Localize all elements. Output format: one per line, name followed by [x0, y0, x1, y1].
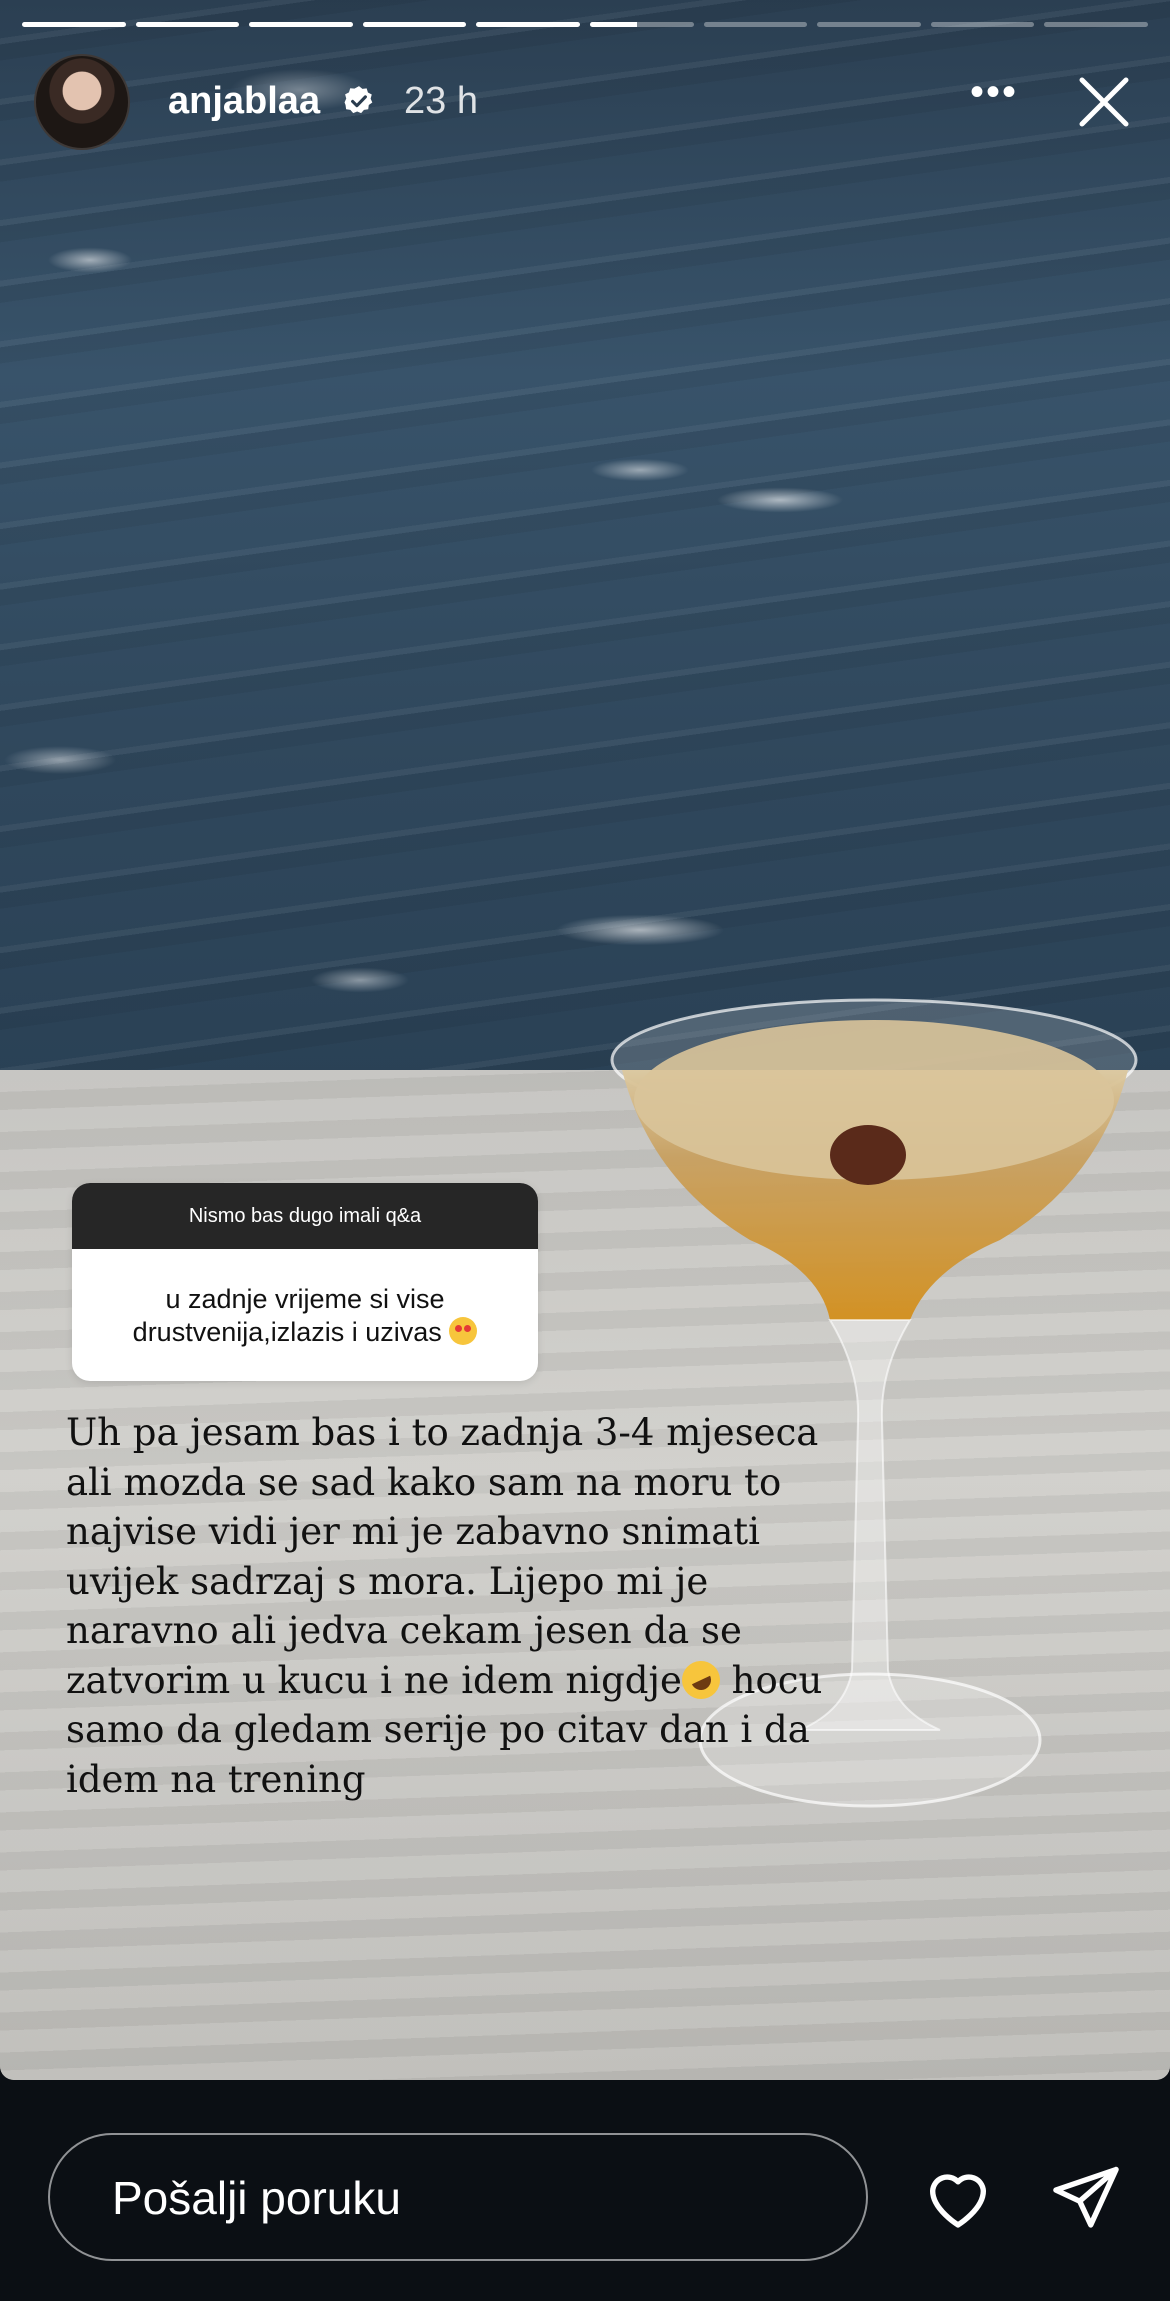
- story-image[interactable]: anjablaa 23 h ••• Nismo bas dugo imali q…: [0, 0, 1170, 2080]
- progress-segment-fill: [249, 22, 353, 27]
- reply-input[interactable]: Pošalji poruku: [48, 2133, 868, 2261]
- progress-segment: [249, 22, 353, 27]
- progress-segment: [476, 22, 580, 27]
- story-caption: Uh pa jesam bas i to zadnja 3-4 mjeseca …: [66, 1408, 866, 1804]
- post-time: 23 h: [404, 80, 478, 122]
- question-answer-box: u zadnje vrijeme si vise drustvenija,izl…: [72, 1249, 538, 1349]
- send-icon[interactable]: [1048, 2160, 1124, 2236]
- sea-background: [0, 0, 1170, 1090]
- progress-segment-fill: [476, 22, 580, 27]
- progress-segment: [930, 22, 1035, 27]
- reply-placeholder: Pošalji poruku: [112, 2172, 401, 2224]
- more-options-button[interactable]: •••: [964, 72, 1024, 122]
- progress-segment: [362, 22, 467, 27]
- avatar[interactable]: [34, 54, 130, 150]
- progress-segment: [817, 22, 921, 27]
- question-prompt: Nismo bas dugo imali q&a: [72, 1183, 538, 1249]
- progress-segment: [22, 22, 126, 27]
- username[interactable]: anjablaa: [168, 80, 320, 123]
- heart-icon[interactable]: [920, 2160, 996, 2236]
- progress-segment: [589, 22, 694, 27]
- close-icon[interactable]: [1072, 70, 1136, 134]
- progress-segment-fill: [589, 22, 637, 27]
- story-progress-bar: [22, 22, 1148, 28]
- rolling-on-floor-laughing-emoji-icon: [675, 1654, 727, 1705]
- progress-segment: [703, 22, 808, 27]
- question-sticker[interactable]: Nismo bas dugo imali q&a u zadnje vrijem…: [72, 1183, 538, 1381]
- heart-eyes-emoji-icon: [449, 1317, 478, 1345]
- progress-segment: [1044, 22, 1148, 27]
- verified-badge-icon: [344, 86, 373, 114]
- caption-text: Uh pa jesam bas i to zadnja 3-4 mjeseca …: [66, 1411, 819, 1702]
- progress-segment-fill: [22, 22, 126, 27]
- progress-segment-fill: [135, 22, 240, 27]
- progress-segment-fill: [362, 22, 467, 27]
- progress-segment: [135, 22, 240, 27]
- story-header: anjablaa 23 h •••: [34, 52, 1144, 152]
- question-text: u zadnje vrijeme si vise drustvenija,izl…: [132, 1284, 445, 1347]
